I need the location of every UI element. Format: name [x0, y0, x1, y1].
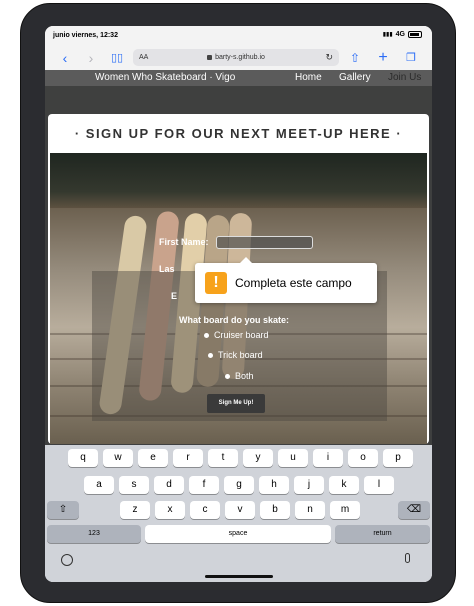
email-label: E — [171, 291, 178, 301]
key-v[interactable]: v — [225, 501, 255, 519]
url-text: barty-s.github.io — [215, 54, 265, 61]
site-navbar: Women Who Skateboard · Vigo Home Gallery… — [45, 70, 432, 86]
emoji-icon[interactable] — [61, 554, 73, 566]
validation-tooltip: ! Completa este campo — [195, 257, 377, 303]
option-cruiser[interactable]: Cruiser board — [204, 330, 269, 340]
option-trick-label: Trick board — [218, 350, 263, 360]
radio-trick[interactable] — [208, 352, 213, 358]
nav-link-home[interactable]: Home — [295, 72, 322, 83]
tabs-icon[interactable]: ❐ — [403, 50, 419, 66]
lock-icon — [207, 55, 213, 60]
key-o[interactable]: o — [348, 449, 378, 467]
signal-icon: ▮▮▮ — [382, 32, 393, 38]
battery-icon — [408, 31, 422, 38]
key-w[interactable]: w — [103, 449, 133, 467]
option-cruiser-label: Cruiser board — [214, 330, 269, 340]
signal-label: 4G — [395, 31, 405, 38]
nav-link-join-us[interactable]: Join Us — [388, 72, 421, 83]
site-brand[interactable]: Women Who Skateboard · Vigo — [95, 72, 235, 83]
status-time: junio viernes, 12:32 — [53, 32, 118, 39]
key-e[interactable]: e — [138, 449, 168, 467]
option-trick[interactable]: Trick board — [208, 350, 263, 360]
key-z[interactable]: z — [120, 501, 150, 519]
warning-icon: ! — [205, 272, 227, 294]
option-both[interactable]: Both — [225, 371, 254, 381]
key-t[interactable]: t — [208, 449, 238, 467]
web-page: Women Who Skateboard · Vigo Home Gallery… — [45, 70, 432, 445]
first-name-label: First Name: — [159, 237, 209, 247]
address-url: barty-s.github.io — [133, 54, 339, 61]
validation-message: Completa este campo — [235, 276, 352, 290]
first-name-input[interactable] — [216, 236, 313, 249]
key-a[interactable]: a — [84, 476, 114, 494]
key-i[interactable]: i — [313, 449, 343, 467]
header-band — [45, 86, 432, 114]
bookmarks-icon[interactable]: ▯▯ — [109, 50, 125, 66]
back-icon[interactable]: ‹ — [57, 50, 73, 66]
delete-key-icon[interactable]: ⌫ — [398, 501, 430, 519]
key-g[interactable]: g — [224, 476, 254, 494]
space-key[interactable]: space — [145, 525, 331, 543]
status-right: ▮▮▮ 4G — [383, 31, 422, 38]
board-question-label: What board do you skate: — [179, 315, 290, 325]
key-c[interactable]: c — [190, 501, 220, 519]
key-k[interactable]: k — [329, 476, 359, 494]
numbers-key[interactable]: 123 — [47, 525, 141, 543]
home-indicator[interactable] — [205, 575, 273, 578]
address-bar[interactable]: AA barty-s.github.io ↻ — [133, 49, 339, 66]
microphone-icon[interactable] — [405, 553, 410, 563]
browser-toolbar: ‹ › ▯▯ AA barty-s.github.io ↻ ⇧ + ❐ — [45, 46, 432, 70]
key-b[interactable]: b — [260, 501, 290, 519]
return-key[interactable]: return — [335, 525, 430, 543]
reload-icon[interactable]: ↻ — [325, 52, 333, 63]
share-icon[interactable]: ⇧ — [347, 50, 363, 66]
signup-heading: · SIGN UP FOR OUR NEXT MEET-UP HERE · — [74, 126, 403, 141]
key-p[interactable]: p — [383, 449, 413, 467]
forward-icon[interactable]: › — [83, 50, 99, 66]
key-f[interactable]: f — [189, 476, 219, 494]
screen: junio viernes, 12:32 ▮▮▮ 4G ‹ › ▯▯ AA ba… — [45, 26, 432, 582]
key-x[interactable]: x — [155, 501, 185, 519]
key-h[interactable]: h — [259, 476, 289, 494]
key-j[interactable]: j — [294, 476, 324, 494]
key-q[interactable]: q — [68, 449, 98, 467]
key-r[interactable]: r — [173, 449, 203, 467]
status-bar: junio viernes, 12:32 ▮▮▮ 4G — [45, 26, 432, 46]
nav-link-gallery[interactable]: Gallery — [339, 72, 371, 83]
key-y[interactable]: y — [243, 449, 273, 467]
shift-key-icon[interactable]: ⇧ — [47, 501, 79, 519]
key-u[interactable]: u — [278, 449, 308, 467]
background-trees — [50, 153, 427, 208]
last-name-label: Las — [159, 264, 175, 274]
key-m[interactable]: m — [330, 501, 360, 519]
key-d[interactable]: d — [154, 476, 184, 494]
key-s[interactable]: s — [119, 476, 149, 494]
key-l[interactable]: l — [364, 476, 394, 494]
option-both-label: Both — [235, 371, 254, 381]
tablet-frame: junio viernes, 12:32 ▮▮▮ 4G ‹ › ▯▯ AA ba… — [20, 3, 456, 603]
new-tab-icon[interactable]: + — [375, 50, 391, 66]
key-n[interactable]: n — [295, 501, 325, 519]
submit-button[interactable]: Sign Me Up! — [207, 394, 265, 413]
radio-cruiser[interactable] — [204, 332, 209, 338]
radio-both[interactable] — [225, 373, 230, 379]
